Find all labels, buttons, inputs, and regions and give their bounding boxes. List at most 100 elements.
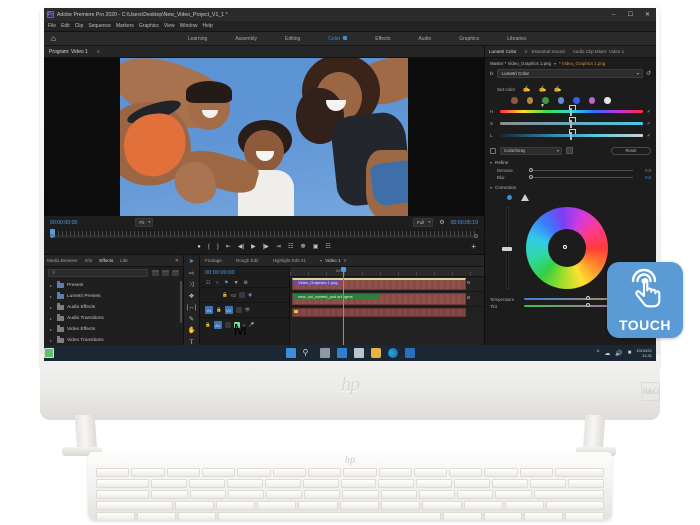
track-select-forward-icon[interactable]: ⇨ <box>189 270 194 278</box>
tab-rough-edit[interactable]: Rough Edit <box>236 258 259 263</box>
color-gray-checkbox[interactable] <box>490 147 496 154</box>
key[interactable] <box>449 468 483 477</box>
tint-knob[interactable] <box>585 303 590 307</box>
go-to-out-icon[interactable]: ⇥ <box>276 244 281 250</box>
show-hidden-icons-icon[interactable]: ^ <box>596 350 599 356</box>
menu-item-clip[interactable]: Clip <box>75 23 84 29</box>
mark-out-icon[interactable]: } <box>217 244 219 250</box>
key[interactable] <box>422 501 462 510</box>
key[interactable] <box>524 512 564 520</box>
lock-icon[interactable]: 🔒 <box>216 307 222 313</box>
master-clip-label[interactable]: Master * Video_Graphics 1.png <box>490 61 551 66</box>
key[interactable] <box>413 468 448 477</box>
program-monitor-scrubber[interactable] <box>44 229 484 240</box>
slip-tool-icon[interactable]: |↔| <box>187 304 197 312</box>
denoise-knob[interactable] <box>529 167 533 172</box>
dot-mode-icon[interactable] <box>507 194 512 200</box>
key[interactable] <box>380 501 421 510</box>
key[interactable] <box>342 490 379 499</box>
workspace-tab-editing[interactable]: Editing <box>271 36 314 42</box>
accelerated-effects-icon[interactable] <box>152 270 159 276</box>
key[interactable] <box>174 501 214 510</box>
key[interactable] <box>96 479 149 488</box>
lock-icon[interactable]: 🔒 <box>222 292 228 298</box>
key[interactable] <box>380 490 417 499</box>
denoise-slider[interactable] <box>529 167 633 172</box>
sync-lock-icon[interactable] <box>235 307 242 313</box>
blur-value[interactable]: 0.0 <box>637 175 651 180</box>
reset-icon[interactable]: ↺ <box>646 70 651 77</box>
track-header-a1[interactable]: 🔒 A1 M S 🎤 <box>200 317 289 339</box>
clip-handle[interactable] <box>467 296 470 299</box>
temperature-knob[interactable] <box>585 296 590 300</box>
chevron-right-icon[interactable]: ▸ <box>50 283 54 288</box>
check-icon[interactable]: ✓ <box>647 133 651 139</box>
linked-selection-icon[interactable]: ∩ <box>215 280 219 286</box>
invert-icon[interactable] <box>566 147 573 154</box>
key[interactable] <box>565 512 604 520</box>
key[interactable] <box>555 468 605 477</box>
key[interactable] <box>226 479 263 488</box>
saturation-slider[interactable] <box>500 117 643 128</box>
refine-section-header[interactable]: ▾ Refine <box>485 155 656 166</box>
menu-item-file[interactable]: File <box>48 23 56 29</box>
blue-app-icon[interactable] <box>404 348 415 358</box>
menu-item-graphics[interactable]: Graphics <box>139 23 159 29</box>
key[interactable] <box>533 490 604 499</box>
tab-effects[interactable]: Effects <box>99 258 113 263</box>
snap-icon[interactable]: ☷ <box>206 280 210 286</box>
settings-wrench-icon[interactable]: ⚙ <box>244 280 248 286</box>
eyedropper-icon[interactable]: ✍ <box>523 85 531 93</box>
program-monitor-view[interactable] <box>44 58 484 216</box>
settings-wrench-icon[interactable]: ⚙ <box>439 219 444 226</box>
key[interactable] <box>519 468 554 477</box>
solo-button[interactable]: S <box>243 323 246 328</box>
playback-quality-select[interactable]: Full <box>412 218 434 227</box>
tab-program-video1[interactable]: Program: Video 1 <box>49 49 88 55</box>
maximize-button[interactable]: ☐ <box>622 8 639 21</box>
play-icon[interactable]: ▶ <box>251 244 256 250</box>
workspace-tab-effects[interactable]: Effects <box>361 36 404 42</box>
task-view-icon[interactable] <box>319 348 330 358</box>
clock[interactable]: 10/10/21 11:31 <box>636 348 652 358</box>
key[interactable] <box>442 512 482 520</box>
list-item[interactable]: ▸ Lumetri Presets <box>44 291 183 302</box>
tab-highlight-edit-01[interactable]: Highlight Edit 01 <box>273 258 306 263</box>
sync-lock-icon[interactable] <box>224 322 231 328</box>
button-editor-plus-icon[interactable]: + <box>471 243 476 251</box>
chevron-right-icon[interactable]: ▸ <box>50 294 54 299</box>
lock-icon[interactable]: 🔒 <box>205 322 211 328</box>
key[interactable] <box>177 512 217 520</box>
chevron-down-icon[interactable]: ▾ <box>490 185 492 190</box>
luminance-slider[interactable] <box>500 129 643 140</box>
hue-slider[interactable] <box>500 105 643 116</box>
track-row-v2[interactable]: Video_Graphics 1.png <box>290 277 484 292</box>
color-gray-select[interactable]: Color/Gray <box>500 146 562 155</box>
effect-select[interactable]: Lumetri Color <box>496 69 643 78</box>
key[interactable] <box>530 479 567 488</box>
workspace-tab-audio[interactable]: Audio <box>404 36 445 42</box>
key[interactable] <box>264 479 301 488</box>
scrollbar[interactable] <box>180 281 182 323</box>
tab-media-browser[interactable]: Media Browser <box>47 258 78 263</box>
mark-in-icon[interactable]: { <box>208 244 210 250</box>
track-header-v2[interactable]: 🔒 V2 ◉ <box>200 287 289 302</box>
menu-item-markers[interactable]: Markers <box>116 23 134 29</box>
volume-icon[interactable]: 🔊 <box>615 350 622 357</box>
track-row-a1[interactable] <box>290 307 484 318</box>
menu-item-view[interactable]: View <box>164 23 175 29</box>
timeline-timecode[interactable]: 00:00:00:00 <box>200 267 289 278</box>
ycbcr-icon[interactable] <box>172 270 179 276</box>
eye-icon[interactable]: 👁 <box>245 307 251 313</box>
windows-start-icon[interactable] <box>285 348 296 358</box>
timeline-ruler[interactable]: 00:00 <box>290 267 484 277</box>
scrub-in-handle[interactable] <box>50 234 54 238</box>
list-item[interactable]: ▸ Audio Effects <box>44 302 183 313</box>
color-swatch-olive[interactable] <box>526 97 533 104</box>
key[interactable] <box>457 490 494 499</box>
playhead-timecode[interactable]: 00:00:00:00 <box>50 220 77 226</box>
add-marker-icon[interactable]: ● <box>197 244 201 250</box>
eye-icon[interactable]: ◉ <box>248 292 252 298</box>
step-forward-icon[interactable]: |▶ <box>263 244 269 250</box>
key[interactable] <box>201 468 236 477</box>
